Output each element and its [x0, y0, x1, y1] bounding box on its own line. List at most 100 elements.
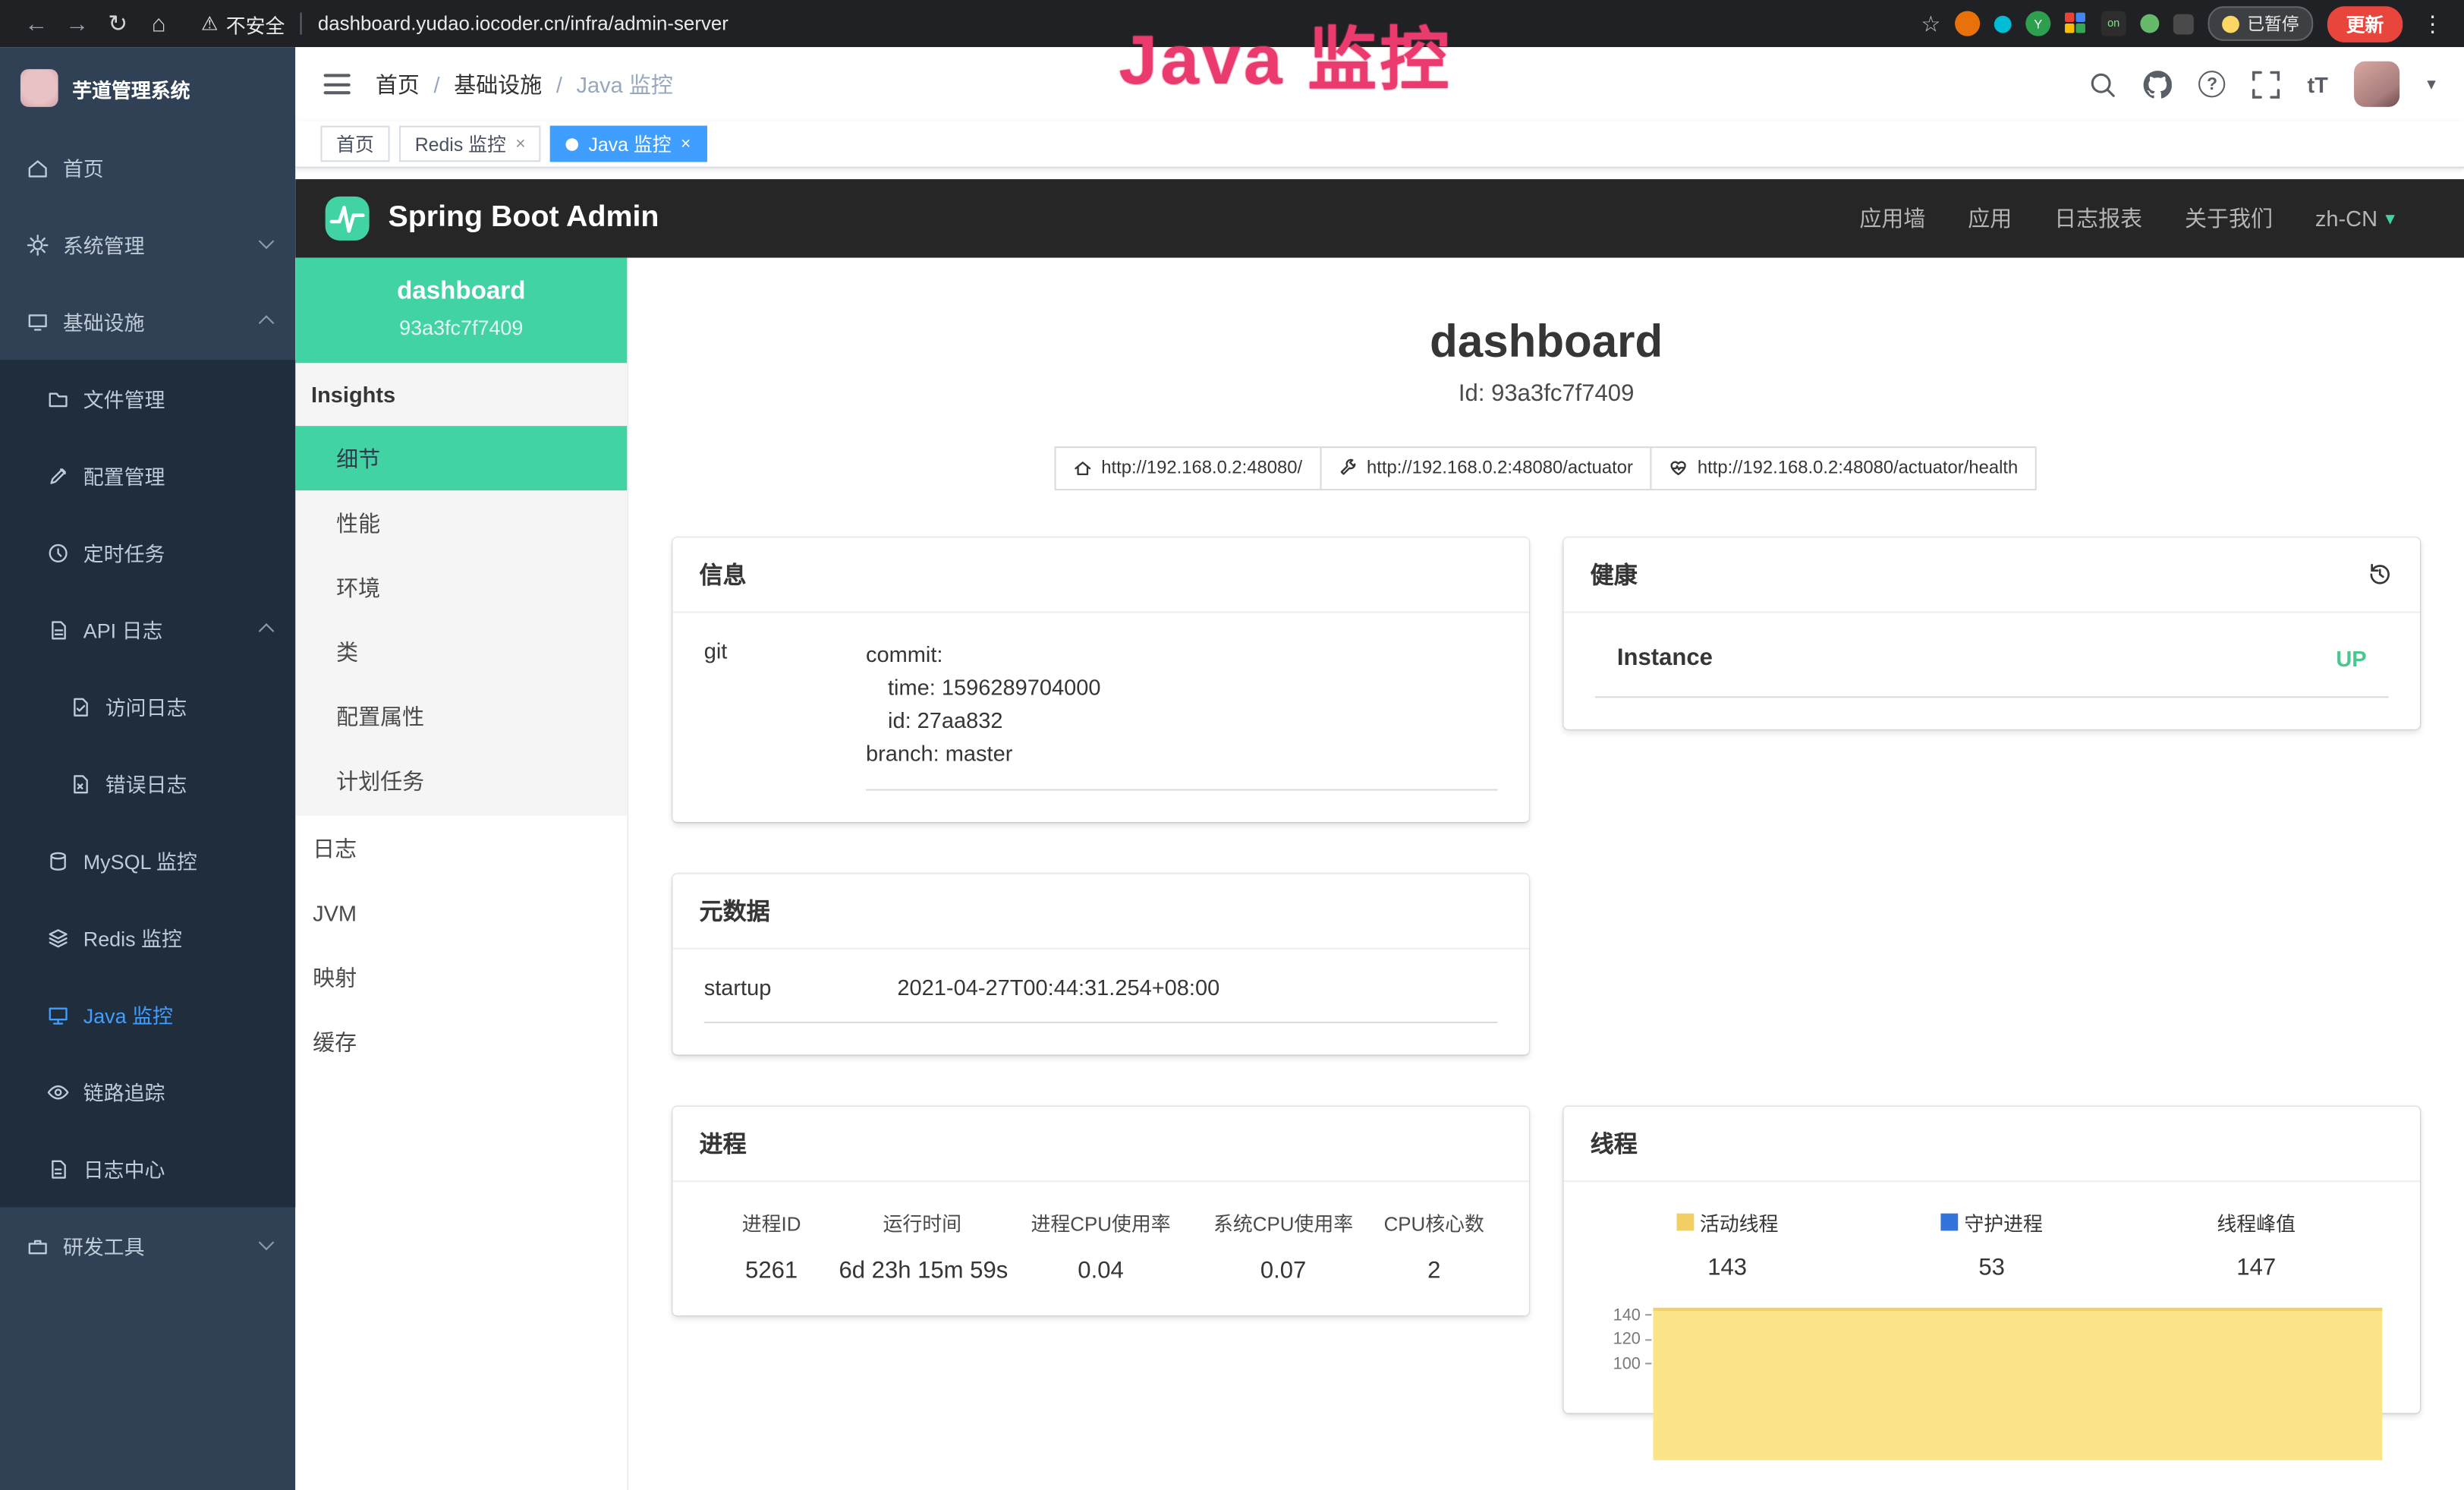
app-logo [20, 69, 58, 107]
threads-card: 线程 活动线程 143 守护进程 [1563, 1107, 2420, 1413]
github-icon[interactable] [2144, 70, 2172, 98]
sidebar-item-label: Redis 监控 [83, 923, 182, 953]
sba-nav-about[interactable]: 关于我们 [2185, 203, 2273, 234]
history-icon[interactable] [2367, 561, 2393, 587]
search-icon[interactable] [2089, 70, 2117, 98]
health-url-link[interactable]: http://192.168.0.2:48080/actuator/health [1651, 446, 2037, 490]
actuator-url-link[interactable]: http://192.168.0.2:48080/actuator [1320, 446, 1652, 490]
browser-menu-icon[interactable]: ⋮ [2417, 10, 2448, 36]
sidebar-item-files[interactable]: 文件管理 [0, 360, 295, 436]
fullscreen-icon[interactable] [2252, 70, 2280, 98]
info-card: 信息 git commit: time: 1596289704000 id: 2… [672, 537, 1529, 822]
column-value: 5261 [704, 1258, 839, 1284]
ext-icon-orange[interactable] [1955, 11, 1980, 36]
home-icon [27, 156, 49, 178]
update-button[interactable]: 更新 [2327, 5, 2403, 42]
address-bar[interactable]: dashboard.yudao.iocoder.cn/infra/admin-s… [318, 13, 729, 35]
briefcase-icon [27, 1235, 49, 1257]
tab-label: Redis 监控 [415, 131, 506, 157]
ext-icon-teal[interactable] [1994, 15, 2012, 33]
sidebar-item-config[interactable]: 配置管理 [0, 437, 295, 514]
process-col-sys-cpu: 系统CPU使用率 0.07 [1196, 1207, 1370, 1284]
browser-chrome: ← → ↻ ⌂ ⚠ 不安全 dashboard.yudao.iocoder.cn… [0, 0, 2464, 47]
sba-nav-applications[interactable]: 应用 [1968, 203, 2012, 234]
back-icon[interactable]: ← [16, 10, 57, 36]
legend-peak-threads: 线程峰值 147 [2124, 1207, 2389, 1281]
bookmark-star-icon[interactable]: ☆ [1921, 10, 1940, 36]
health-instance-row[interactable]: Instance UP [1595, 638, 2389, 698]
avatar-caret-icon[interactable]: ▾ [2427, 74, 2435, 94]
health-card: 健康 Instance UP [1563, 537, 2420, 729]
reload-icon[interactable]: ↻ [97, 9, 138, 37]
sba-item-logs[interactable]: 日志 [295, 816, 627, 880]
sidebar-item-log-center[interactable]: 日志中心 [0, 1130, 295, 1207]
tab-home[interactable]: 首页 [320, 126, 389, 162]
instance-id: 93a3fc7f7409 [295, 316, 627, 339]
sidebar-item-access-log[interactable]: 访问日志 [0, 668, 295, 745]
process-col-cpu: 进程CPU使用率 0.04 [1005, 1207, 1196, 1284]
sidebar-item-api-log[interactable]: API 日志 [0, 591, 295, 668]
info-value: commit: time: 1596289704000 id: 27aa832 … [866, 638, 1497, 791]
threads-chart: 140 120 100 [1595, 1303, 2389, 1413]
sidebar-item-label: 日志中心 [83, 1154, 165, 1183]
sidebar-item-java[interactable]: Java 监控 [0, 976, 295, 1053]
ext-icon-green-y[interactable]: Y [2025, 11, 2050, 36]
emoji-icon [2222, 15, 2239, 33]
sidebar-item-label: 文件管理 [83, 383, 165, 413]
close-icon[interactable]: × [681, 134, 691, 153]
ext-icon-grid[interactable] [2065, 13, 2087, 35]
sidebar-item-devtools[interactable]: 研发工具 [0, 1207, 295, 1284]
sidebar-item-jobs[interactable]: 定时任务 [0, 514, 295, 591]
process-card: 进程 进程ID 5261 运行时间 [672, 1107, 1529, 1315]
close-icon[interactable]: × [515, 134, 525, 153]
chrome-right-cluster: ☆ Y on 已暂停 更新 ⋮ [1921, 5, 2448, 42]
locale-selector[interactable]: zh-CN ▾ [2315, 206, 2395, 231]
security-indicator[interactable]: ⚠ 不安全 [201, 8, 285, 38]
sba-item-details[interactable]: 细节 [295, 426, 627, 490]
hamburger-icon[interactable] [324, 74, 351, 94]
sidebar-item-home[interactable]: 首页 [0, 129, 295, 206]
tab-redis-monitor[interactable]: Redis 监控 × [399, 126, 541, 162]
sba-item-jvm[interactable]: JVM [295, 880, 627, 945]
sba-nav-journal[interactable]: 日志报表 [2054, 203, 2142, 234]
user-avatar[interactable] [2355, 61, 2400, 107]
sba-item-caches[interactable]: 缓存 [295, 1009, 627, 1073]
sba-item-environment[interactable]: 环境 [295, 555, 627, 619]
home-icon [1073, 459, 1092, 478]
sidebar-item-redis[interactable]: Redis 监控 [0, 899, 295, 975]
sba-item-scheduled-tasks[interactable]: 计划任务 [295, 748, 627, 813]
sba-item-mappings[interactable]: 映射 [295, 945, 627, 1010]
sba-item-label: 映射 [313, 961, 357, 992]
forward-icon[interactable]: → [57, 10, 98, 36]
info-line: commit: [866, 638, 1497, 671]
paused-badge[interactable]: 已暂停 [2208, 6, 2313, 41]
sba-item-config-props[interactable]: 配置属性 [295, 684, 627, 748]
screen: ← → ↻ ⌂ ⚠ 不安全 dashboard.yudao.iocoder.cn… [0, 0, 2464, 1490]
service-url-link[interactable]: http://192.168.0.2:48080/ [1054, 446, 1321, 490]
legend-label: 线程峰值 [2217, 1207, 2296, 1236]
sba-item-metrics[interactable]: 性能 [295, 490, 627, 555]
ext-icon-on[interactable]: on [2101, 11, 2126, 36]
sba-item-label: 细节 [336, 443, 380, 474]
breadcrumb-infra[interactable]: 基础设施 [454, 68, 542, 99]
home-icon[interactable]: ⌂ [138, 10, 179, 36]
sba-header: Spring Boot Admin 应用墙 应用 日志报表 关于我们 zh-CN… [295, 179, 2464, 258]
sidebar-item-infra[interactable]: 基础设施 [0, 283, 295, 360]
font-size-icon[interactable]: tT [2307, 71, 2327, 96]
legend-value: 53 [1859, 1254, 2124, 1281]
ext-icon-leaf[interactable] [2140, 14, 2159, 33]
sba-instance-header[interactable]: dashboard 93a3fc7f7409 [295, 258, 627, 364]
breadcrumb: 首页 / 基础设施 / Java 监控 [376, 68, 673, 99]
ext-icon-plug[interactable] [2173, 14, 2194, 34]
y-tick: 100 [1613, 1355, 1641, 1374]
link-label: http://192.168.0.2:48080/actuator/health [1698, 459, 2018, 478]
sidebar-item-system[interactable]: 系统管理 [0, 206, 295, 282]
tab-java-monitor[interactable]: Java 监控 × [551, 126, 706, 162]
breadcrumb-home[interactable]: 首页 [376, 68, 420, 99]
sidebar-item-error-log[interactable]: 错误日志 [0, 745, 295, 822]
help-icon[interactable]: ? [2199, 71, 2226, 97]
sba-item-classes[interactable]: 类 [295, 619, 627, 684]
sidebar-item-mysql[interactable]: MySQL 监控 [0, 822, 295, 899]
sidebar-item-trace[interactable]: 链路追踪 [0, 1053, 295, 1129]
sba-nav-wallboard[interactable]: 应用墙 [1859, 203, 1925, 234]
